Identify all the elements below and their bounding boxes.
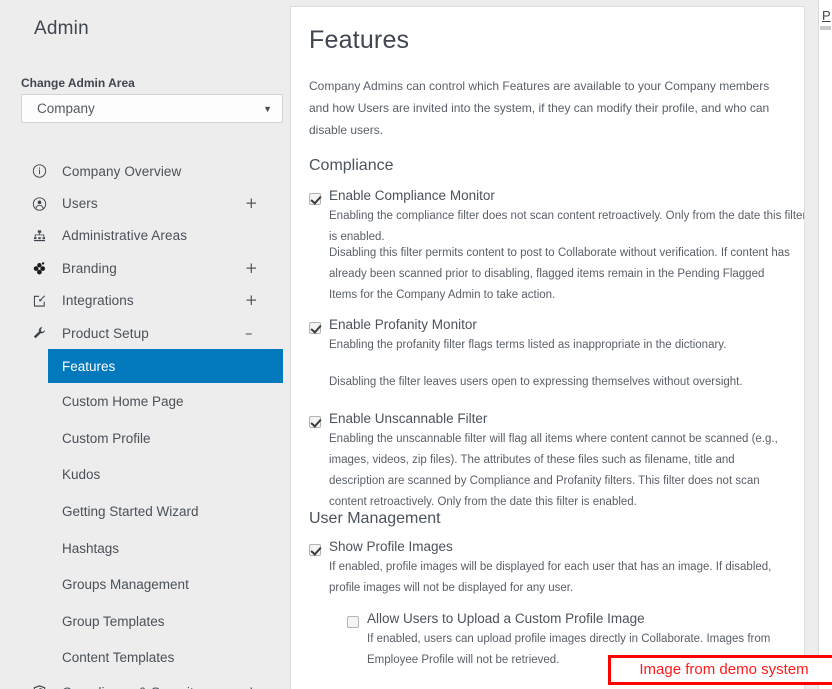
option-description-primary: Enabling the profanity filter flags term… (329, 339, 727, 351)
sidebar-item-company-overview[interactable]: Company Overview (0, 155, 283, 187)
admin-sidebar: Admin Change Admin Area Company ▼ Compan… (0, 0, 283, 689)
sidebar-nav: Company Overview Users + Administrative … (0, 155, 283, 689)
page-intro-text: Company Admins can control which Feature… (309, 79, 770, 137)
sidebar-item-label: Users (62, 196, 98, 212)
annotation-image-from-demo-system: Image from demo system (608, 655, 832, 685)
sidebar-item-hashtags[interactable]: Hashtags (0, 530, 283, 567)
sidebar-item-branding[interactable]: Branding + (0, 252, 283, 284)
app-root: Admin Change Admin Area Company ▼ Compan… (0, 0, 832, 689)
shield-icon (31, 684, 48, 689)
sidebar-item-users[interactable]: Users + (0, 187, 283, 219)
sidebar-item-label: Kudos (62, 467, 101, 483)
sidebar-item-label: Compliance & Security (62, 685, 201, 689)
sidebar-item-label: Getting Started Wizard (62, 503, 199, 519)
sidebar-item-kudos[interactable]: Kudos (0, 457, 283, 494)
sidebar-item-administrative-areas[interactable]: Administrative Areas (0, 220, 283, 252)
option-label: Enable Unscannable Filter (329, 411, 488, 426)
option-label: Enable Profanity Monitor (329, 317, 477, 332)
sidebar-item-integrations[interactable]: Integrations + (0, 285, 283, 317)
sidebar-item-label: Administrative Areas (62, 228, 188, 244)
admin-area-select[interactable]: Company ▼ (21, 94, 283, 123)
option-label: Allow Users to Upload a Custom Profile I… (367, 611, 645, 626)
sidebar-item-compliance-security[interactable]: Compliance & Security + (0, 676, 283, 689)
expand-toggle[interactable]: + (245, 293, 258, 308)
section-heading-compliance: Compliance (309, 157, 394, 174)
integrations-icon (31, 292, 48, 309)
option-label: Enable Compliance Monitor (329, 188, 495, 203)
sidebar-item-groups-management[interactable]: Groups Management (0, 566, 283, 603)
sidebar-item-label: Groups Management (62, 577, 189, 593)
chevron-down-icon: ▼ (263, 104, 272, 114)
right-edge-clipped-panel: P (818, 0, 832, 689)
sidebar-item-label: Integrations (62, 293, 134, 309)
section-heading-user-management: User Management (309, 510, 441, 527)
sidebar-item-group-templates[interactable]: Group Templates (0, 603, 283, 640)
sidebar-item-product-setup[interactable]: Product Setup – (0, 317, 283, 349)
branding-dots-icon (31, 260, 48, 277)
sidebar-item-getting-started-wizard[interactable]: Getting Started Wizard (0, 493, 283, 530)
checkbox-enable-profanity-monitor[interactable] (309, 322, 321, 334)
change-admin-area-label: Change Admin Area (21, 76, 135, 90)
clipped-ui-bar (820, 26, 831, 30)
features-panel: Features Company Admins can control whic… (290, 6, 805, 689)
sidebar-item-label: Group Templates (62, 613, 165, 629)
checkbox-enable-unscannable-filter[interactable] (309, 416, 321, 428)
checkbox-allow-custom-profile-image[interactable] (347, 616, 359, 628)
sidebar-item-features[interactable]: Features (48, 349, 283, 384)
expand-toggle[interactable]: + (245, 196, 258, 211)
sidebar-item-label: Product Setup (62, 325, 149, 341)
option-description-primary: Enabling the compliance filter does not … (329, 210, 805, 243)
sidebar-item-label: Custom Home Page (62, 394, 184, 410)
sidebar-item-label: Hashtags (62, 540, 120, 556)
org-chart-icon (31, 227, 48, 244)
checkbox-enable-compliance-monitor[interactable] (309, 193, 321, 205)
sidebar-item-custom-home-page[interactable]: Custom Home Page (0, 383, 283, 420)
sidebar-item-content-templates[interactable]: Content Templates (0, 640, 283, 677)
sidebar-item-label: Content Templates (62, 650, 175, 666)
option-description-primary: If enabled, profile images will be displ… (329, 561, 772, 594)
clipped-text-fragment: P (822, 8, 831, 23)
expand-toggle[interactable]: + (245, 684, 258, 689)
option-description-secondary: Disabling the filter leaves users open t… (329, 376, 743, 388)
sidebar-title: Admin (34, 18, 89, 39)
sidebar-item-label: Features (62, 358, 116, 374)
sidebar-item-custom-profile[interactable]: Custom Profile (0, 420, 283, 457)
sidebar-item-label: Custom Profile (62, 430, 151, 446)
page-title: Features (309, 26, 410, 54)
collapse-toggle[interactable]: – (245, 325, 253, 341)
sidebar-item-label: Company Overview (62, 163, 182, 179)
option-description-secondary: Disabling this filter permits content to… (329, 247, 790, 301)
option-label: Show Profile Images (329, 539, 453, 554)
expand-toggle[interactable]: + (245, 260, 258, 276)
wrench-icon (31, 325, 48, 342)
sidebar-item-label: Branding (62, 260, 117, 276)
admin-area-selected-value: Company (37, 101, 95, 116)
option-description-primary: Enabling the unscannable filter will fla… (329, 433, 778, 508)
checkbox-show-profile-images[interactable] (309, 544, 321, 556)
user-circle-icon (31, 195, 48, 212)
info-circle-icon (31, 163, 48, 180)
